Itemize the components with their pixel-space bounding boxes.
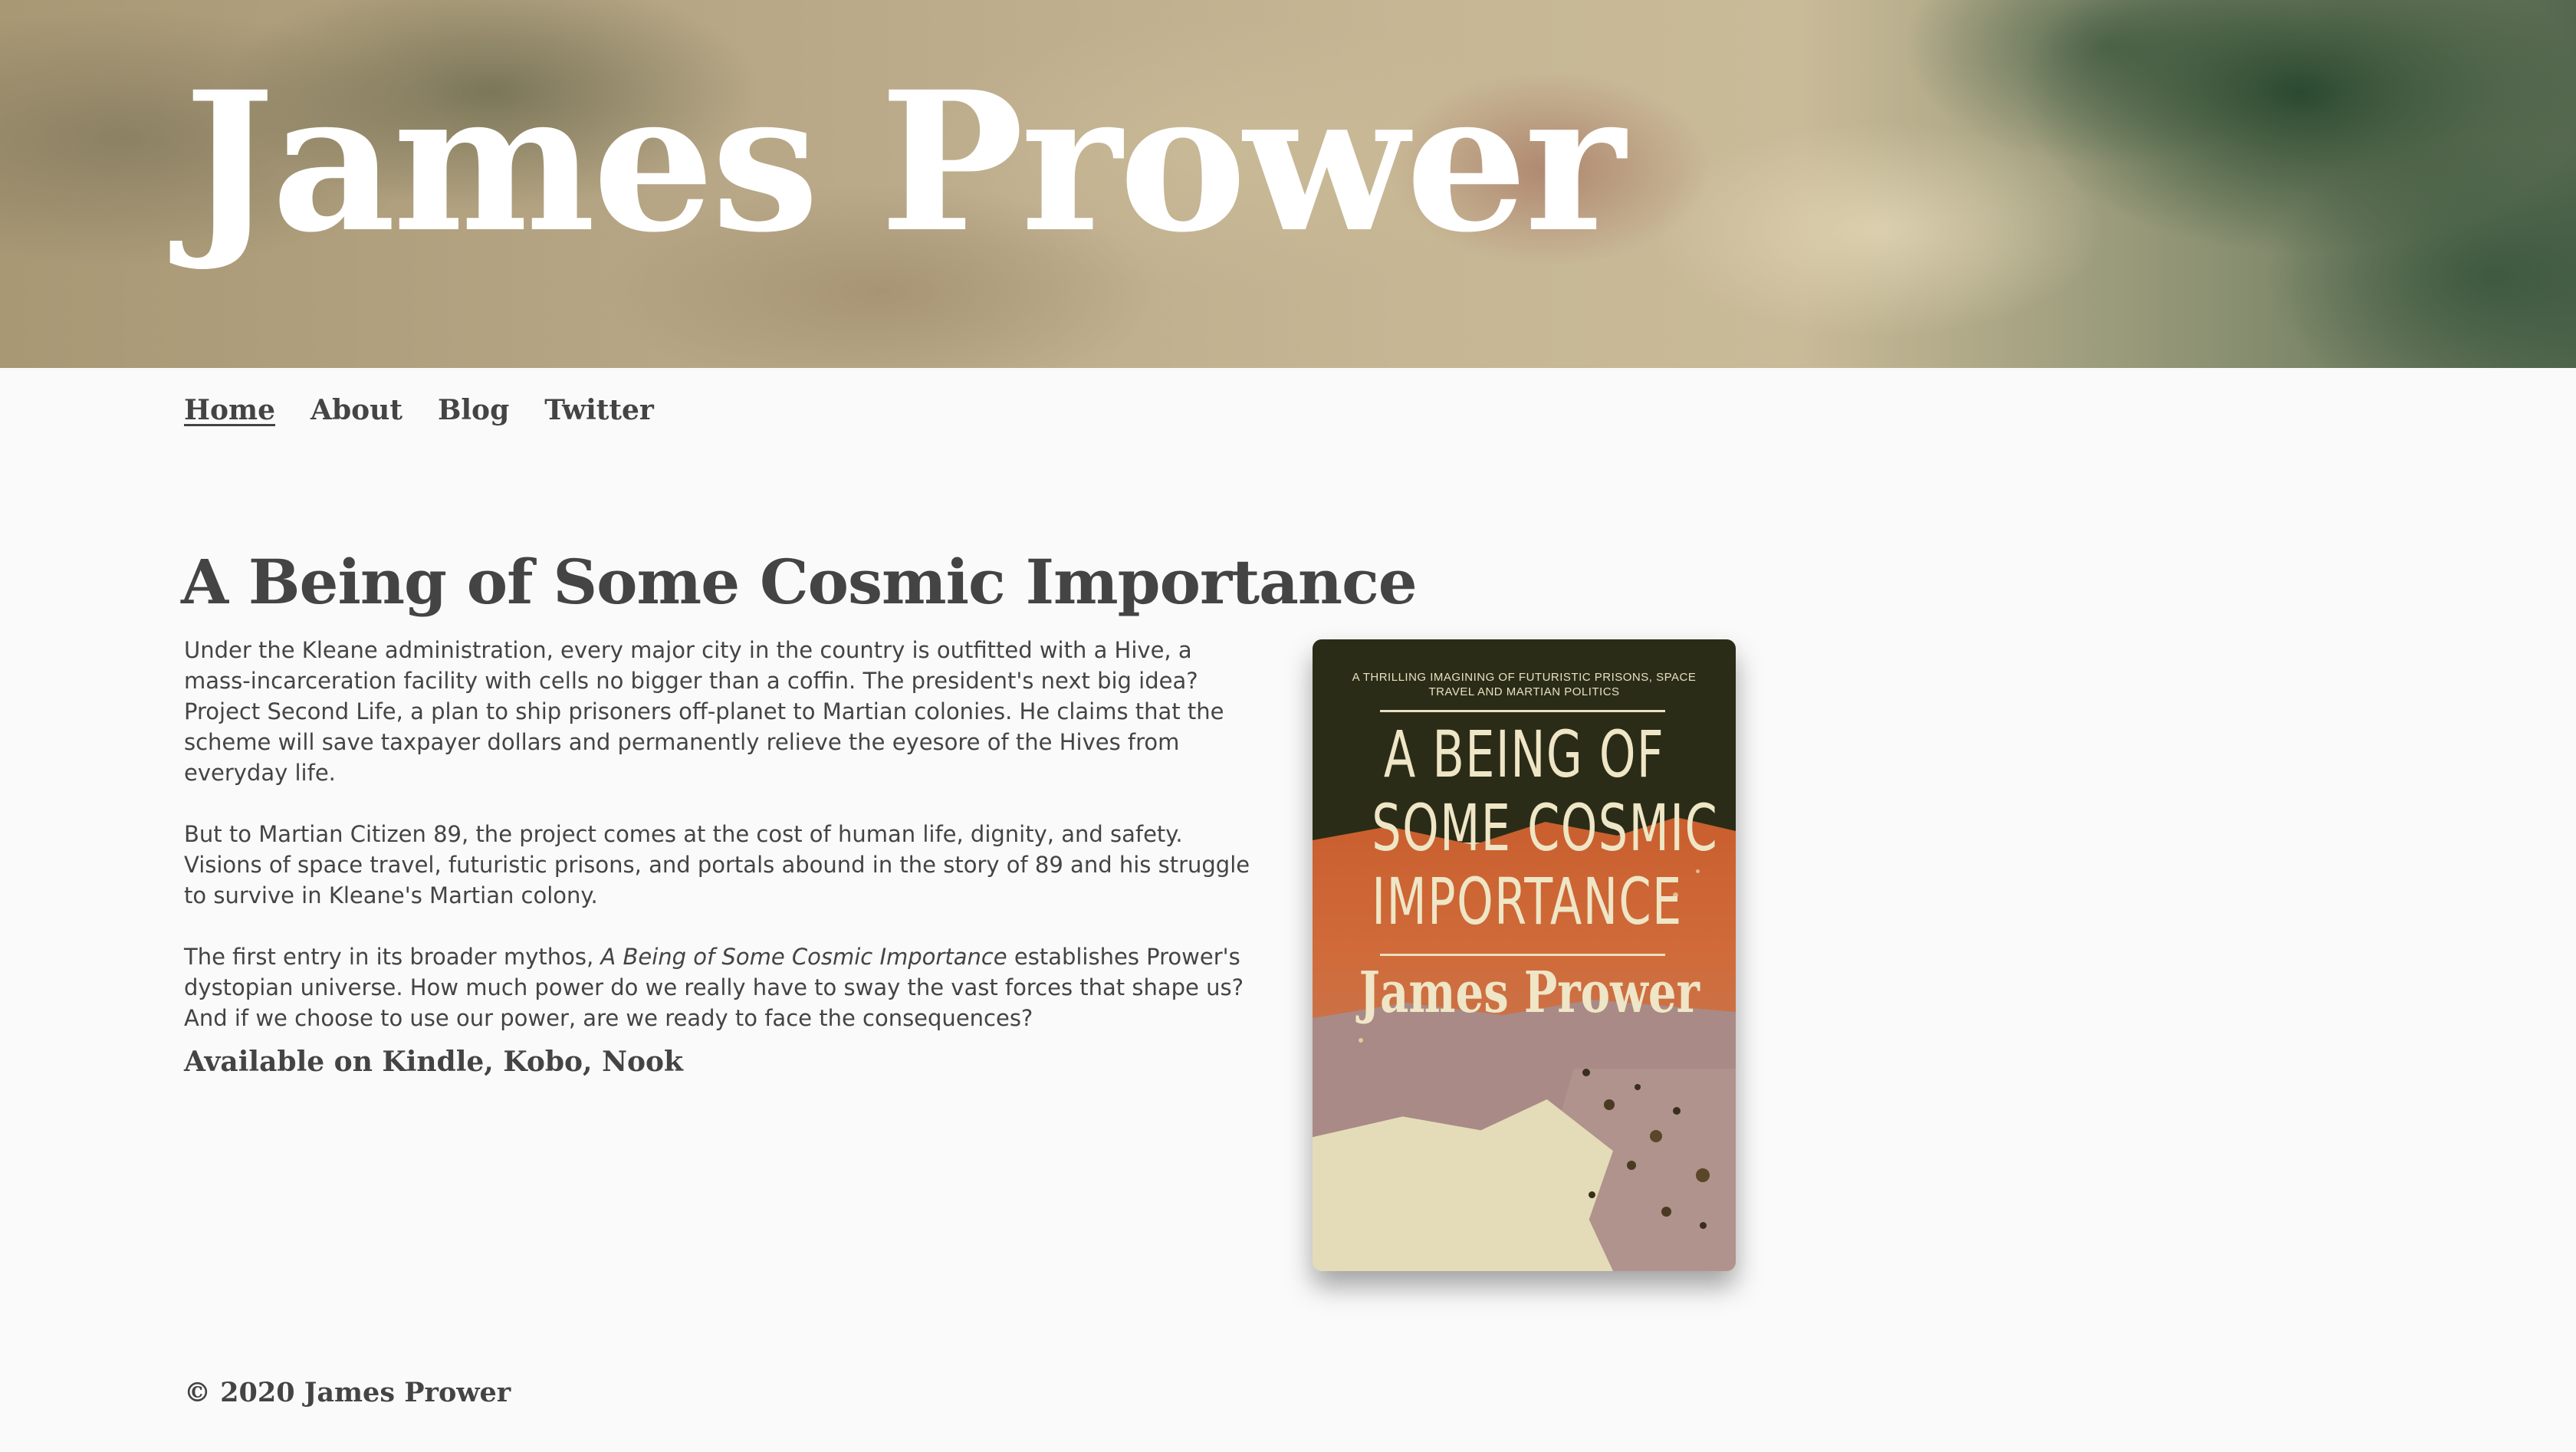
- nav-link-blog[interactable]: Blog: [438, 391, 509, 429]
- footer-copyright: © 2020 James Prower: [184, 1377, 511, 1408]
- nav-link-about[interactable]: About: [310, 391, 402, 429]
- cover-tagline: A THRILLING IMAGINING OF FUTURISTIC PRIS…: [1352, 671, 1697, 698]
- cover-title: A BEING OF SOME COSMIC IMPORTANCE: [1372, 717, 1719, 939]
- header-banner: James Prower: [0, 0, 2576, 368]
- cover-speckle: [1359, 1038, 1363, 1043]
- cover-title-line-3: IMPORTANCE: [1372, 864, 1683, 939]
- cover-speckle: [1650, 1130, 1662, 1142]
- description-paragraph-1: Under the Kleane administration, every m…: [184, 637, 1224, 786]
- availability-line: Available on Kindle, Kobo, Nook: [184, 1046, 683, 1078]
- cover-author: James Prower: [1359, 960, 1700, 1026]
- description-paragraph-2: But to Martian Citizen 89, the project c…: [184, 821, 1250, 908]
- cover-speckle: [1582, 1069, 1590, 1076]
- book-title: A Being of Some Cosmic Importance: [181, 546, 1418, 618]
- cover-speckle: [1696, 1168, 1710, 1182]
- cover-speckle: [1589, 1191, 1595, 1198]
- cover-speckle: [1627, 1161, 1636, 1170]
- cover-divider-top: [1380, 710, 1665, 712]
- description-paragraph-3: The first entry in its broader mythos, A…: [184, 941, 1265, 1033]
- cover-divider-middle: [1380, 954, 1665, 956]
- cover-title-line-2: SOME COSMIC: [1372, 790, 1719, 866]
- cover-speckle: [1696, 869, 1700, 873]
- paragraph-3-intro: The first entry in its broader mythos,: [184, 944, 601, 970]
- cover-speckle: [1673, 1107, 1681, 1115]
- site-title[interactable]: James Prower: [184, 66, 1625, 258]
- paragraph-3-book-title: A Being of Some Cosmic Importance: [600, 944, 1007, 970]
- cover-title-line-1: A BEING OF: [1383, 717, 1665, 792]
- main-nav: Home About Blog Twitter: [184, 391, 654, 429]
- cover-speckle: [1604, 1099, 1615, 1110]
- cover-speckle: [1635, 1084, 1641, 1090]
- nav-link-home[interactable]: Home: [184, 391, 275, 429]
- cover-speckle: [1700, 1222, 1707, 1229]
- book-description: Under the Kleane administration, every m…: [184, 635, 1265, 1064]
- nav-link-twitter[interactable]: Twitter: [544, 391, 654, 429]
- book-cover-image: A THRILLING IMAGINING OF FUTURISTIC PRIS…: [1313, 639, 1736, 1271]
- cover-speckle: [1661, 1207, 1671, 1217]
